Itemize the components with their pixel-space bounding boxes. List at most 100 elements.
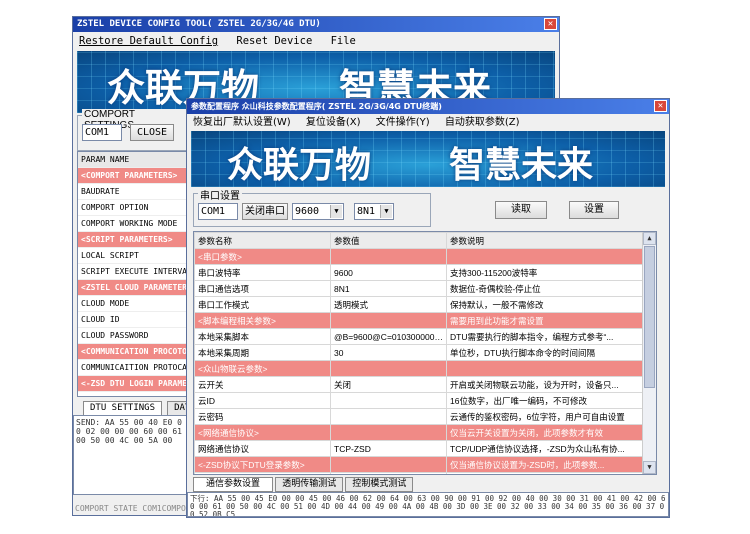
param-desc-cell bbox=[446, 360, 645, 377]
chevron-down-icon: ▼ bbox=[330, 205, 342, 218]
front-banner-right-text: 智慧未来 bbox=[449, 144, 594, 186]
back-close-port-button[interactable]: CLOSE bbox=[130, 124, 174, 141]
table-row[interactable]: 网络通信协议 TCP-ZSD TCP/UDP通信协议选择，-ZSD为众山私有协... bbox=[194, 440, 645, 457]
scroll-thumb[interactable] bbox=[644, 246, 655, 388]
tab-comm-params[interactable]: 通信参数设置 bbox=[193, 477, 274, 492]
param-value-cell[interactable]: @B=9600@C=01030000000... bbox=[330, 328, 447, 345]
param-desc-cell bbox=[446, 248, 645, 265]
tab-control-mode-test[interactable]: 控制模式测试 bbox=[345, 477, 414, 492]
data-format-select[interactable]: 8N1 ▼ bbox=[354, 203, 394, 220]
list-section-header[interactable]: <COMPORT PARAMETERS> bbox=[78, 168, 188, 184]
table-row[interactable]: 云密码 云通传的鉴权密码，6位字符，用户可自由设置 bbox=[194, 408, 645, 425]
baud-rate-value: 9600 bbox=[295, 206, 320, 217]
menu-reset-device[interactable]: Reset Device bbox=[236, 35, 312, 47]
param-value-cell[interactable]: 透明模式 bbox=[330, 296, 447, 313]
list-item[interactable]: COMPORT OPTION bbox=[78, 200, 188, 216]
param-value-cell[interactable] bbox=[330, 248, 447, 265]
table-row[interactable]: 云开关 关闭 开启或关闭物联云功能，设为开时，设备只... bbox=[194, 376, 645, 393]
menu-restore-default[interactable]: Restore Default Config bbox=[79, 35, 218, 47]
chevron-down-icon: ▼ bbox=[380, 205, 392, 218]
list-item[interactable]: BAUDRATE bbox=[78, 184, 188, 200]
back-menubar: Restore Default Config Reset Device File bbox=[73, 33, 559, 49]
param-desc-cell: 数据位-奇偶校验-停止位 bbox=[446, 280, 645, 297]
front-banner: 众联万物 智慧未来 bbox=[191, 131, 665, 187]
col-header-value: 参数值 bbox=[330, 232, 447, 249]
param-desc-cell: DTU需要执行的脚本指令，编程方式参考“... bbox=[446, 328, 645, 345]
table-section-row[interactable]: <串口参数> bbox=[194, 248, 645, 265]
param-value-cell[interactable] bbox=[330, 392, 447, 409]
list-item[interactable]: CLOUD PASSWORD bbox=[78, 328, 188, 344]
param-value-cell[interactable] bbox=[330, 408, 447, 425]
list-item[interactable]: COMMUNICAITION PROTOCAL bbox=[78, 360, 188, 376]
param-name-cell: DTU身份识别ID bbox=[194, 472, 331, 474]
table-section-row[interactable]: <脚本编程相关参数> 需要用到此功能才需设置 bbox=[194, 312, 645, 329]
back-window-title: ZSTEL DEVICE CONFIG TOOL( ZSTEL 2G/3G/4G… bbox=[73, 17, 559, 32]
param-value-cell[interactable]: 关闭 bbox=[330, 376, 447, 393]
table-row[interactable]: 本地采集脚本 @B=9600@C=01030000000... DTU需要执行的脚本… bbox=[194, 328, 645, 345]
menu-file[interactable]: File bbox=[331, 35, 356, 47]
tab-transparent-test[interactable]: 透明传输测试 bbox=[275, 477, 344, 492]
param-value-cell[interactable]: 8N1 bbox=[330, 280, 447, 297]
back-param-list: PARAM NAME <COMPORT PARAMETERS> BAUDRATE C… bbox=[77, 151, 189, 397]
list-item[interactable]: COMPORT WORKING MODE bbox=[78, 216, 188, 232]
front-window: 参数配置程序 众山科技参数配置程序( ZSTEL 2G/3G/4G DTU终端)… bbox=[186, 98, 670, 518]
table-section-row[interactable]: <-ZSD协议下DTU登录参数> 仅当通信协议设置为-ZSD时，此项参数... bbox=[194, 456, 645, 473]
menu-factory-reset[interactable]: 恢复出厂默认设置(W) bbox=[193, 117, 291, 128]
scroll-up-icon[interactable]: ▲ bbox=[643, 232, 656, 245]
data-format-value: 8N1 bbox=[357, 206, 376, 217]
param-desc-cell: 8位字符，同一数据中心中须保证ID号是唯一的 bbox=[446, 472, 645, 474]
table-row[interactable]: 串口波特率 9600 支持300-115200波特率 bbox=[194, 264, 645, 281]
front-close-icon[interactable]: ✕ bbox=[654, 100, 667, 112]
param-desc-cell: TCP/UDP通信协议选择，-ZSD为众山私有协... bbox=[446, 440, 645, 457]
front-tabs: 通信参数设置 透明传输测试 控制模式测试 bbox=[193, 477, 414, 492]
table-row[interactable]: 云ID 16位数字，出厂唯一编码，不可修改 bbox=[194, 392, 645, 409]
table-row[interactable]: 串口工作模式 透明模式 保持默认，一般不需修改 bbox=[194, 296, 645, 313]
param-value-cell[interactable] bbox=[330, 312, 447, 329]
list-item[interactable]: DTUID bbox=[78, 392, 188, 396]
list-item[interactable]: SCRIPT EXECUTE INTERVAL bbox=[78, 264, 188, 280]
downlink-log[interactable]: 下行: AA 55 00 45 E0 00 00 45 00 46 00 62 … bbox=[187, 492, 669, 517]
param-desc-cell: 仅当云开关设置为关闭，此项参数才有效 bbox=[446, 424, 645, 441]
back-send-text[interactable]: SEND: AA 55 00 40 E0 00 02 00 00 00 60 0… bbox=[73, 415, 187, 495]
table-section-row[interactable]: <网络通信协议> 仅当云开关设置为关闭，此项参数才有效 bbox=[194, 424, 645, 441]
param-value-cell[interactable]: 30 bbox=[330, 344, 447, 361]
back-close-icon[interactable]: ✕ bbox=[544, 18, 557, 30]
list-section-header[interactable]: <ZSTEL CLOUD PARAMETERS> bbox=[78, 280, 188, 296]
param-value-cell[interactable]: 9600 bbox=[330, 264, 447, 281]
param-value-cell[interactable] bbox=[330, 424, 447, 441]
param-name-cell: <网络通信协议> bbox=[194, 424, 331, 441]
param-value-cell[interactable] bbox=[330, 456, 447, 473]
menu-reset-device-cn[interactable]: 复位设备(X) bbox=[306, 117, 361, 128]
list-item[interactable]: CLOUD ID bbox=[78, 312, 188, 328]
back-port-field[interactable]: COM1 bbox=[82, 124, 122, 141]
menu-file-ops[interactable]: 文件操作(Y) bbox=[376, 117, 430, 128]
param-value-cell[interactable]: TCP-ZSD bbox=[330, 440, 447, 457]
serial-port-field[interactable]: COM1 bbox=[198, 203, 238, 220]
param-value-cell[interactable] bbox=[330, 360, 447, 377]
front-window-title: 参数配置程序 众山科技参数配置程序( ZSTEL 2G/3G/4G DTU终端) bbox=[187, 99, 669, 114]
list-section-header[interactable]: <-ZSD DTU LOGIN PARAMETERS> bbox=[78, 376, 188, 392]
param-desc-cell: 仅当通信协议设置为-ZSD时，此项参数... bbox=[446, 456, 645, 473]
menu-auto-get-params[interactable]: 自动获取参数(Z) bbox=[445, 117, 520, 128]
set-button[interactable]: 设置 bbox=[569, 201, 619, 219]
table-section-row[interactable]: <众山物联云参数> bbox=[194, 360, 645, 377]
param-desc-cell: 16位数字，出厂唯一编码，不可修改 bbox=[446, 392, 645, 409]
list-item[interactable]: LOCAL SCRIPT bbox=[78, 248, 188, 264]
list-section-header[interactable]: <COMMUNICATION PROCOTOL> bbox=[78, 344, 188, 360]
baud-rate-select[interactable]: 9600 ▼ bbox=[292, 203, 344, 220]
front-banner-left-text: 众联万物 bbox=[227, 144, 372, 186]
read-button[interactable]: 读取 bbox=[495, 201, 547, 219]
table-row[interactable]: 本地采集周期 30 单位秒，DTU执行脚本命令的时间间隔 bbox=[194, 344, 645, 361]
table-scrollbar[interactable]: ▲ ▼ bbox=[642, 232, 656, 474]
param-value-cell[interactable]: ZSGPRS01 bbox=[330, 472, 447, 474]
list-item[interactable]: CLOUD MODE bbox=[78, 296, 188, 312]
param-name-cell: 串口波特率 bbox=[194, 264, 331, 281]
scroll-down-icon[interactable]: ▼ bbox=[643, 461, 656, 474]
param-name-cell: <串口参数> bbox=[194, 248, 331, 265]
table-row[interactable]: DTU身份识别IDZSGPRS018位字符，同一数据中心中须保证ID号是唯一的 bbox=[194, 472, 645, 474]
back-param-list-header: PARAM NAME bbox=[78, 152, 188, 168]
close-serial-button[interactable]: 关闭串口 bbox=[242, 203, 288, 220]
list-section-header[interactable]: <SCRIPT PARAMETERS> bbox=[78, 232, 188, 248]
table-row[interactable]: 串口通信选项 8N1 数据位-奇偶校验-停止位 bbox=[194, 280, 645, 297]
tab-dtu-settings[interactable]: DTU SETTINGS bbox=[83, 401, 163, 416]
